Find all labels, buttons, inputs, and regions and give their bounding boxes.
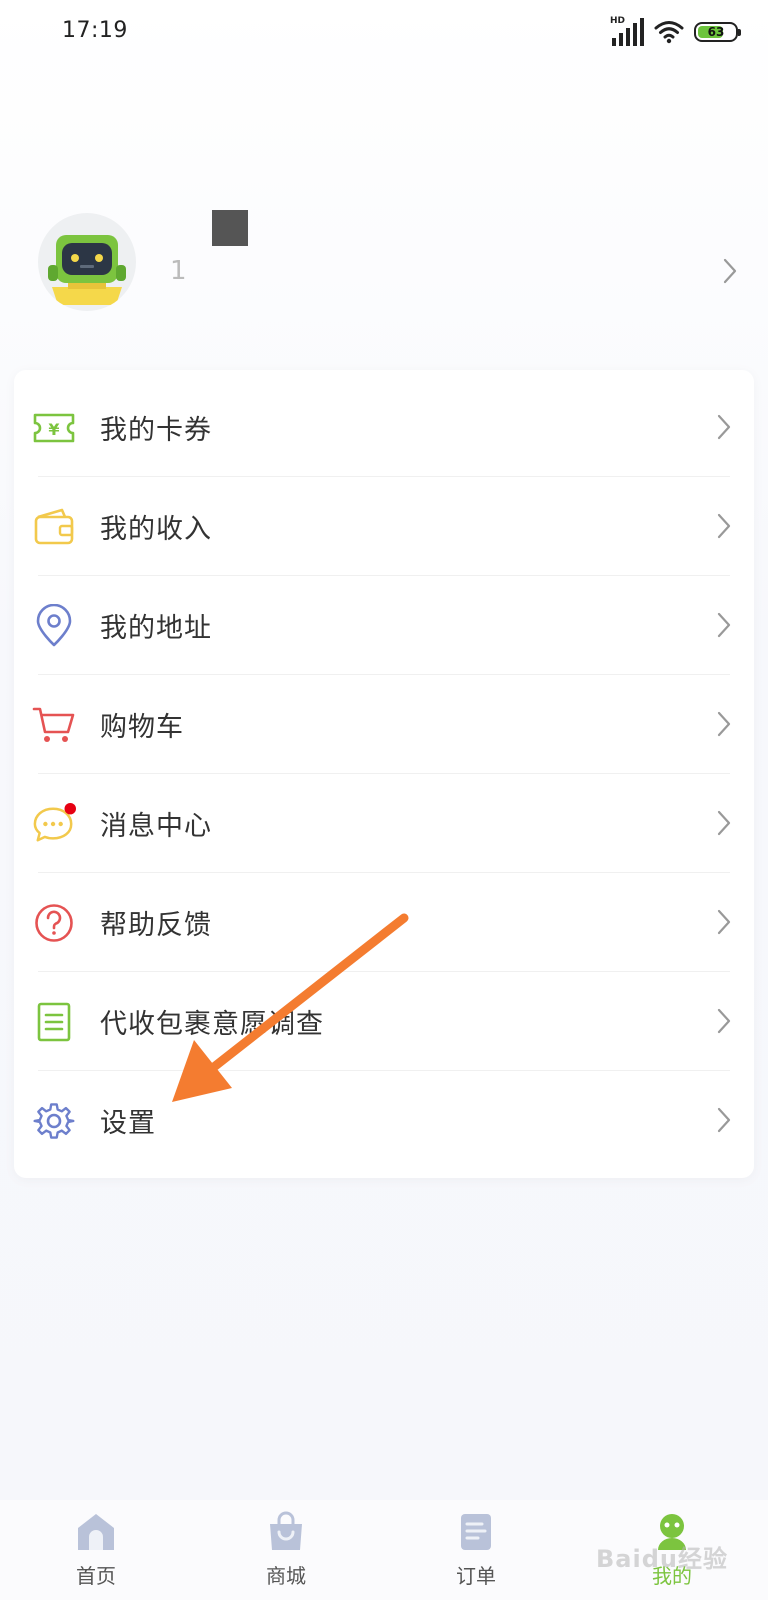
chevron-right-icon	[717, 810, 731, 836]
message-icon	[32, 802, 76, 846]
tab-mall[interactable]: 商城	[226, 1510, 346, 1598]
battery-level: 63	[707, 25, 725, 39]
battery-icon: 63	[694, 22, 741, 42]
help-icon	[32, 901, 76, 945]
menu-item-coupons[interactable]: ¥ 我的卡券	[14, 378, 754, 477]
wifi-icon	[654, 21, 684, 44]
menu-item-address[interactable]: 我的地址	[14, 576, 754, 675]
chevron-right-icon	[717, 513, 731, 539]
status-time: 17:19	[62, 18, 128, 43]
menu-item-label: 我的地址	[100, 613, 212, 644]
cart-icon	[32, 703, 76, 747]
menu-item-help[interactable]: 帮助反馈	[14, 873, 754, 972]
chevron-right-icon	[717, 612, 731, 638]
survey-icon	[32, 1000, 76, 1044]
unread-badge	[64, 802, 76, 814]
menu-item-survey[interactable]: 代收包裹意愿调查	[14, 972, 754, 1071]
bottom-tab-bar: 首页 商城 订单 我的 Baidu经验	[0, 1500, 768, 1600]
chevron-right-icon	[717, 1008, 731, 1034]
menu-item-messages[interactable]: 消息中心	[14, 774, 754, 873]
tab-label: 首页	[76, 1564, 116, 1588]
cellular-signal-icon: HD	[610, 16, 644, 46]
menu-item-cart[interactable]: 购物车	[14, 675, 754, 774]
menu-item-label: 购物车	[100, 712, 184, 743]
location-pin-icon	[32, 603, 76, 648]
status-icons: HD 63	[610, 16, 741, 48]
watermark: Baidu经验	[596, 1545, 728, 1573]
tab-label: 订单	[456, 1564, 496, 1588]
menu-item-label: 我的卡券	[100, 415, 212, 446]
home-icon	[78, 1514, 114, 1550]
shopping-bag-icon	[270, 1511, 302, 1550]
menu-item-label: 代收包裹意愿调查	[100, 1009, 324, 1040]
tab-orders[interactable]: 订单	[416, 1510, 536, 1598]
redaction-block	[212, 210, 248, 246]
chevron-right-icon	[717, 414, 731, 440]
chevron-right-icon	[717, 711, 731, 737]
menu-item-label: 消息中心	[100, 811, 212, 842]
menu-item-settings[interactable]: 设置	[14, 1071, 754, 1170]
tab-label: 商城	[266, 1564, 306, 1588]
robot-avatar-icon[interactable]	[38, 213, 136, 311]
coupon-icon: ¥	[32, 406, 76, 450]
status-bar: 17:19 HD 63	[0, 0, 768, 70]
screen: 17:19 HD 63 1 ¥ 我的卡券 我的收入 我的地址 购物车 消息中心 …	[0, 0, 768, 1600]
gear-icon	[32, 1099, 76, 1143]
chevron-right-icon	[717, 1107, 731, 1133]
menu-item-label: 我的收入	[100, 514, 212, 545]
menu-item-label: 设置	[100, 1108, 156, 1139]
menu-item-label: 帮助反馈	[100, 910, 212, 941]
chevron-right-icon	[717, 909, 731, 935]
user-id-partial: 1	[170, 256, 187, 286]
tab-home[interactable]: 首页	[36, 1510, 156, 1598]
order-icon	[461, 1514, 491, 1550]
menu-item-income[interactable]: 我的收入	[14, 477, 754, 576]
hd-label: HD	[610, 16, 626, 26]
profile-header[interactable]: 1	[0, 180, 768, 350]
wallet-icon	[32, 505, 76, 549]
svg-text:¥: ¥	[48, 420, 59, 439]
chevron-right-icon	[723, 258, 737, 284]
menu-list: ¥ 我的卡券 我的收入 我的地址 购物车 消息中心 帮助反馈 代收包裹意愿调查 …	[14, 370, 754, 1178]
